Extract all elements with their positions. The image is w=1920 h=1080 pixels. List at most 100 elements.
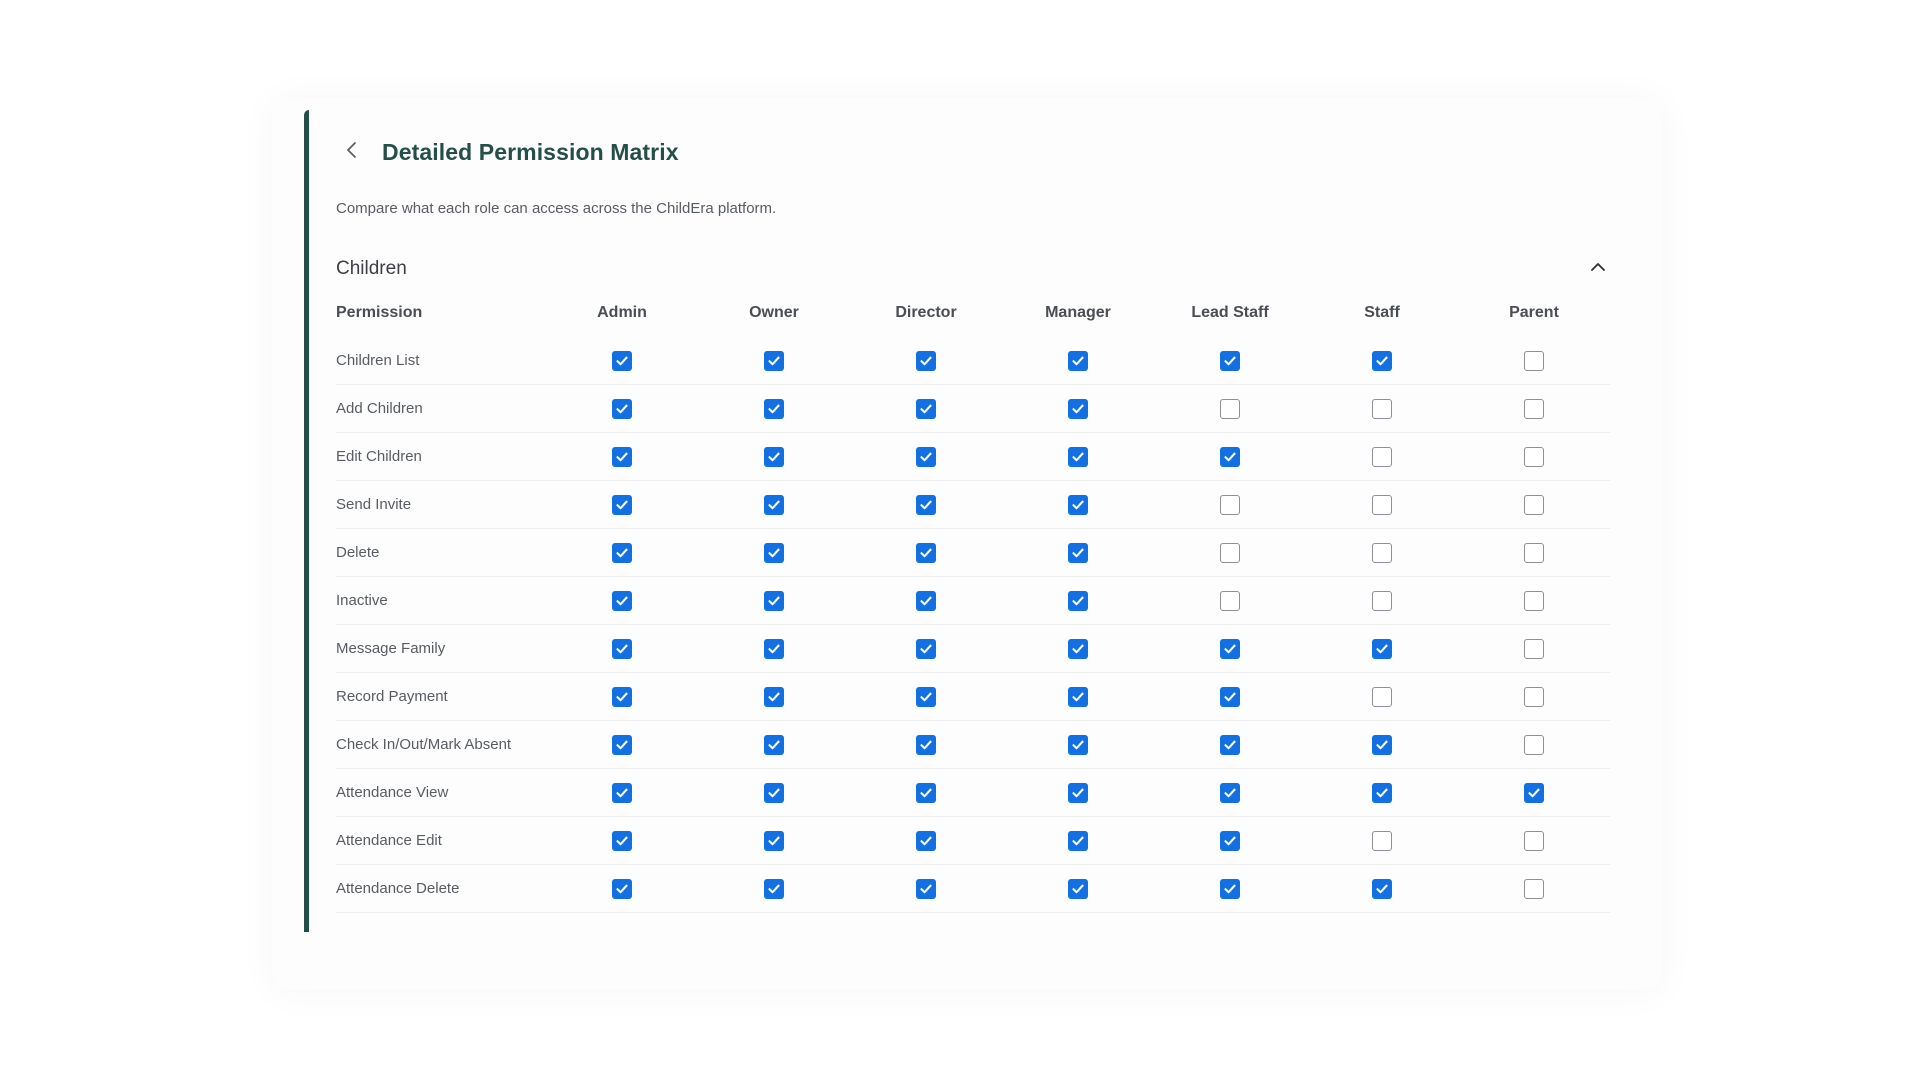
permission-cell: [1154, 768, 1306, 817]
checkbox-director[interactable]: [916, 350, 936, 371]
permission-cell: [1154, 576, 1306, 625]
checkbox-admin[interactable]: [612, 350, 632, 371]
checkbox-admin[interactable]: [612, 686, 632, 707]
checkbox-staff[interactable]: [1372, 494, 1392, 515]
checkbox-lead-staff[interactable]: [1220, 494, 1240, 515]
checkbox-owner[interactable]: [764, 398, 784, 419]
checkbox-parent[interactable]: [1524, 494, 1544, 515]
checkbox-admin[interactable]: [612, 734, 632, 755]
permission-cell: [1002, 480, 1154, 529]
checkbox-owner[interactable]: [764, 590, 784, 611]
checkbox-lead-staff[interactable]: [1220, 350, 1240, 371]
checkbox-owner[interactable]: [764, 734, 784, 755]
checkbox-parent[interactable]: [1524, 638, 1544, 659]
checkbox-lead-staff[interactable]: [1220, 446, 1240, 467]
checkbox-admin[interactable]: [612, 830, 632, 851]
permission-cell: [698, 720, 850, 769]
checkbox-lead-staff[interactable]: [1220, 734, 1240, 755]
section-header-children[interactable]: Children: [336, 253, 1616, 285]
checkbox-director[interactable]: [916, 398, 936, 419]
checkbox-director[interactable]: [916, 638, 936, 659]
checkbox-manager[interactable]: [1068, 446, 1088, 467]
checkbox-director[interactable]: [916, 686, 936, 707]
checkbox-parent[interactable]: [1524, 590, 1544, 611]
checkbox-lead-staff[interactable]: [1220, 542, 1240, 563]
checkbox-manager[interactable]: [1068, 590, 1088, 611]
checkbox-owner[interactable]: [764, 830, 784, 851]
checkbox-lead-staff[interactable]: [1220, 830, 1240, 851]
checkbox-manager[interactable]: [1068, 494, 1088, 515]
checkbox-lead-staff[interactable]: [1220, 398, 1240, 419]
checkbox-admin[interactable]: [612, 782, 632, 803]
checkbox-admin[interactable]: [612, 590, 632, 611]
checkbox-parent[interactable]: [1524, 830, 1544, 851]
checkbox-parent[interactable]: [1524, 782, 1544, 803]
permission-cell: [1002, 672, 1154, 721]
checkbox-staff[interactable]: [1372, 782, 1392, 803]
checkbox-parent[interactable]: [1524, 398, 1544, 419]
checkbox-owner[interactable]: [764, 638, 784, 659]
checkbox-staff[interactable]: [1372, 734, 1392, 755]
checkbox-staff[interactable]: [1372, 542, 1392, 563]
checkbox-owner[interactable]: [764, 878, 784, 899]
checkbox-parent[interactable]: [1524, 446, 1544, 467]
checkbox-manager[interactable]: [1068, 542, 1088, 563]
table-row: Attendance View: [336, 768, 1610, 817]
collapse-section-button[interactable]: [1584, 255, 1612, 283]
checkbox-owner[interactable]: [764, 782, 784, 803]
checkbox-lead-staff[interactable]: [1220, 782, 1240, 803]
checkbox-director[interactable]: [916, 446, 936, 467]
checkbox-staff[interactable]: [1372, 350, 1392, 371]
checkbox-manager[interactable]: [1068, 830, 1088, 851]
checkbox-manager[interactable]: [1068, 734, 1088, 755]
checkbox-manager[interactable]: [1068, 638, 1088, 659]
checkbox-staff[interactable]: [1372, 398, 1392, 419]
checkbox-lead-staff[interactable]: [1220, 590, 1240, 611]
checkbox-manager[interactable]: [1068, 350, 1088, 371]
checkbox-lead-staff[interactable]: [1220, 686, 1240, 707]
checkbox-parent[interactable]: [1524, 734, 1544, 755]
checkbox-staff[interactable]: [1372, 686, 1392, 707]
checkbox-manager[interactable]: [1068, 398, 1088, 419]
checkbox-manager[interactable]: [1068, 782, 1088, 803]
checkbox-owner[interactable]: [764, 542, 784, 563]
permission-cell: [1306, 576, 1458, 625]
checkbox-admin[interactable]: [612, 494, 632, 515]
checkbox-staff[interactable]: [1372, 446, 1392, 467]
checkbox-staff[interactable]: [1372, 878, 1392, 899]
checkbox-staff[interactable]: [1372, 830, 1392, 851]
checkbox-director[interactable]: [916, 782, 936, 803]
table-header-row: Permission Admin Owner Director Manager Lead…: [336, 289, 1610, 337]
checkbox-manager[interactable]: [1068, 878, 1088, 899]
checkbox-parent[interactable]: [1524, 350, 1544, 371]
checkbox-lead-staff[interactable]: [1220, 638, 1240, 659]
checkbox-director[interactable]: [916, 542, 936, 563]
checkbox-admin[interactable]: [612, 446, 632, 467]
checkbox-staff[interactable]: [1372, 638, 1392, 659]
permission-cell: [546, 672, 698, 721]
checkbox-admin[interactable]: [612, 542, 632, 563]
checkbox-admin[interactable]: [612, 878, 632, 899]
checkbox-parent[interactable]: [1524, 542, 1544, 563]
checkbox-manager[interactable]: [1068, 686, 1088, 707]
checkbox-owner[interactable]: [764, 686, 784, 707]
checkbox-parent[interactable]: [1524, 686, 1544, 707]
checkbox-parent[interactable]: [1524, 878, 1544, 899]
permission-name: Record Payment: [336, 672, 546, 721]
checkbox-director[interactable]: [916, 734, 936, 755]
checkbox-owner[interactable]: [764, 494, 784, 515]
permission-cell: [1306, 864, 1458, 913]
checkbox-staff[interactable]: [1372, 590, 1392, 611]
checkbox-director[interactable]: [916, 494, 936, 515]
back-button[interactable]: [338, 138, 366, 166]
checkbox-owner[interactable]: [764, 350, 784, 371]
checkbox-lead-staff[interactable]: [1220, 878, 1240, 899]
checkbox-director[interactable]: [916, 590, 936, 611]
checkbox-director[interactable]: [916, 830, 936, 851]
permission-name: Add Children: [336, 384, 546, 433]
permission-cell: [698, 816, 850, 865]
checkbox-admin[interactable]: [612, 398, 632, 419]
checkbox-admin[interactable]: [612, 638, 632, 659]
checkbox-director[interactable]: [916, 878, 936, 899]
checkbox-owner[interactable]: [764, 446, 784, 467]
